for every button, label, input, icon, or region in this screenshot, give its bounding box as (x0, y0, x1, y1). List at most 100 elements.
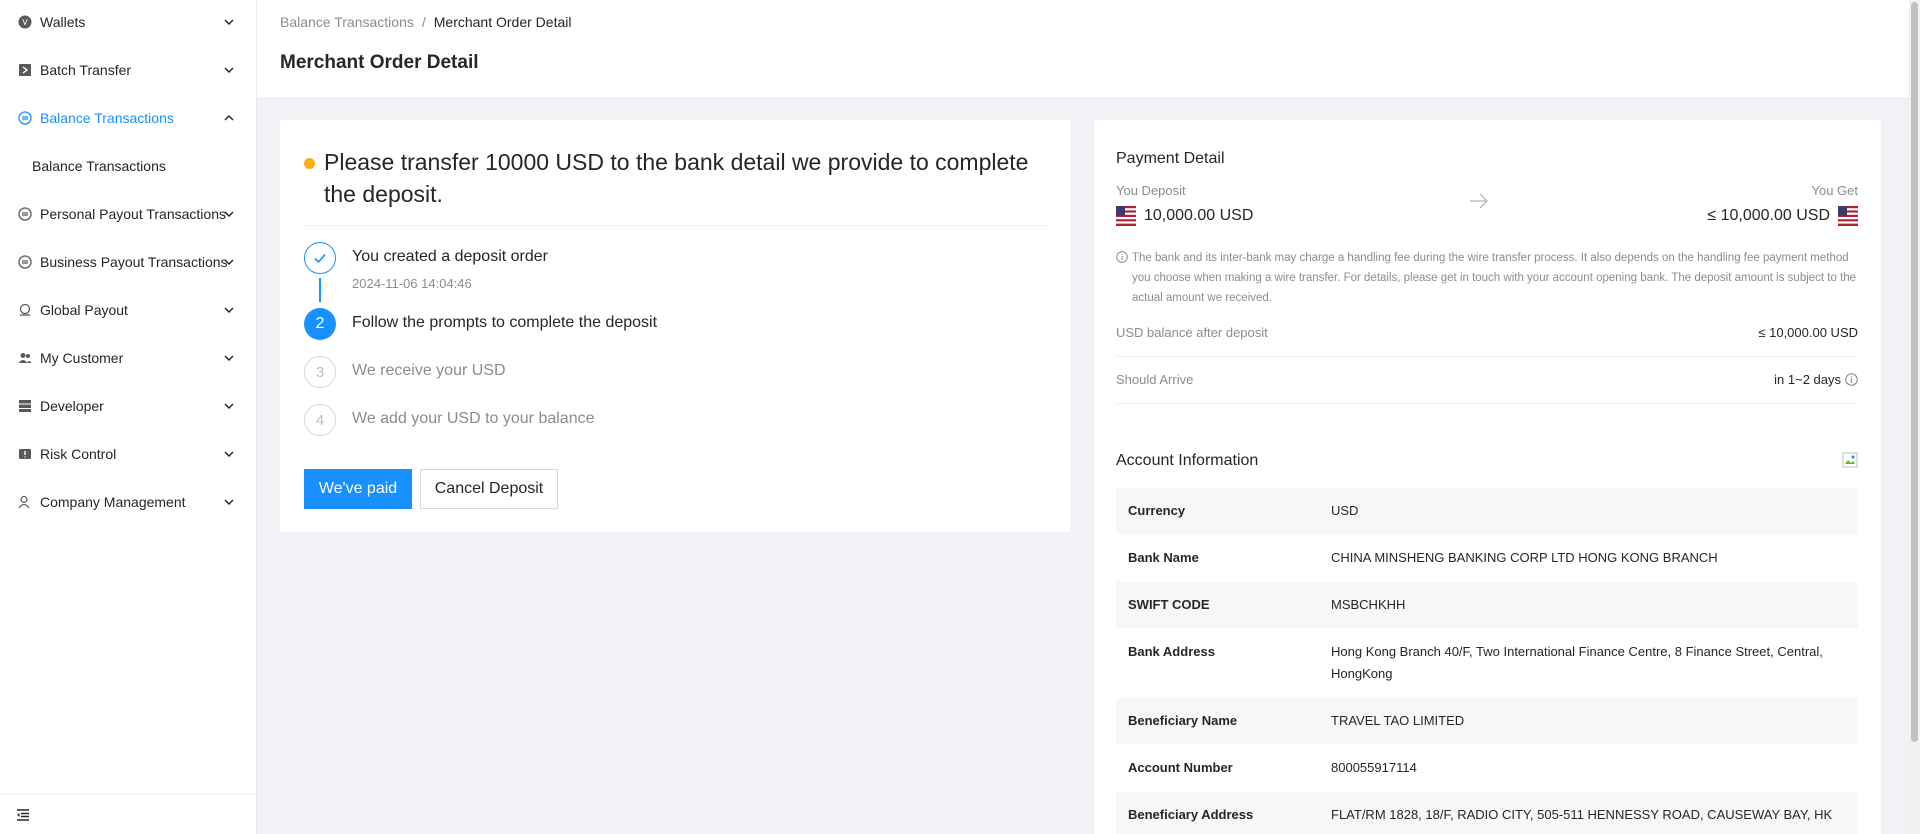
sidebar-item-label: My Customer (40, 350, 124, 366)
balance-after-value: ≤ 10,000.00 USD (1758, 325, 1858, 340)
sidebar-item-label: Company Management (40, 494, 186, 510)
deposit-steps-card: Please transfer 10000 USD to the bank de… (280, 120, 1070, 532)
sidebar-item-company-management[interactable]: Company Management (0, 482, 256, 522)
info-icon (1116, 251, 1128, 263)
us-flag-icon (1838, 206, 1858, 226)
sidebar-item-label: Risk Control (40, 446, 117, 462)
deposit-notice-text: Please transfer 10000 USD to the bank de… (324, 149, 1029, 207)
info-icon[interactable] (1845, 373, 1858, 386)
sidebar-item-wallets[interactable]: V Wallets (0, 2, 256, 42)
step-number: 4 (304, 404, 336, 436)
sidebar-item-label: Global Payout (40, 302, 128, 318)
sidebar-item-balance-transactions[interactable]: Balance Transactions (0, 98, 256, 138)
customer-icon (18, 351, 32, 365)
chevron-down-icon (224, 19, 234, 26)
page-title: Merchant Order Detail (280, 52, 479, 73)
business-payout-icon (18, 255, 32, 269)
chevron-down-icon (224, 307, 234, 314)
sidebar-item-label: Business Payout Transactions (40, 254, 228, 270)
step-title: We add your USD to your balance (352, 410, 595, 427)
image-placeholder-icon[interactable] (1842, 452, 1858, 468)
sidebar-item-global-payout[interactable]: Global Payout (0, 290, 256, 330)
balance-after-label: USD balance after deposit (1116, 325, 1268, 340)
breadcrumb: Balance Transactions / Merchant Order Deta… (280, 14, 571, 30)
table-cell-key: Bank Address (1116, 629, 1331, 697)
table-cell-key: Beneficiary Name (1116, 698, 1331, 744)
step-connector (319, 278, 321, 302)
table-cell-key: SWIFT CODE (1116, 582, 1331, 628)
table-row: Account Number 800055917114 (1116, 745, 1858, 792)
us-flag-icon (1116, 206, 1136, 226)
chevron-up-icon (224, 114, 234, 121)
should-arrive-label: Should Arrive (1116, 372, 1194, 387)
sidebar-item-label: Personal Payout Transactions (40, 206, 226, 222)
table-cell-key: Currency (1116, 488, 1331, 534)
sidebar-item-business-payout[interactable]: Business Payout Transactions (0, 242, 256, 282)
step-title: We receive your USD (352, 362, 506, 379)
sidebar-item-label: Batch Transfer (40, 62, 132, 78)
table-row: Beneficiary Name TRAVEL TAO LIMITED (1116, 698, 1858, 745)
payment-detail-card: Payment Detail You Deposit 10,000.00 USD… (1094, 120, 1881, 834)
sidebar-item-personal-payout[interactable]: Personal Payout Transactions (0, 194, 256, 234)
you-get-label: You Get (1811, 183, 1858, 198)
personal-payout-icon (18, 207, 32, 221)
breadcrumb-separator: / (421, 14, 426, 30)
step-title: Follow the prompts to complete the depos… (352, 314, 658, 331)
sidebar-item-developer[interactable]: Developer (0, 386, 256, 426)
table-row: Bank Name CHINA MINSHENG BANKING CORP LT… (1116, 535, 1858, 582)
table-cell-value: USD (1331, 488, 1858, 534)
cancel-deposit-button[interactable]: Cancel Deposit (420, 469, 558, 509)
sidebar-item-label: Wallets (40, 14, 86, 30)
table-cell-value: TRAVEL TAO LIMITED (1331, 698, 1858, 744)
deposit-notice: Please transfer 10000 USD to the bank de… (304, 146, 1044, 210)
step-number: 2 (304, 308, 336, 340)
you-deposit-label: You Deposit (1116, 183, 1186, 198)
sidebar-subitem-balance-transactions[interactable]: Balance Transactions (0, 146, 256, 186)
account-info-table: Currency USD Bank Name CHINA MINSHENG BA… (1116, 488, 1858, 834)
divider (304, 225, 1048, 226)
sidebar-item-risk-control[interactable]: Risk Control (0, 434, 256, 474)
warning-dot-icon (304, 158, 315, 169)
should-arrive-row: Should Arrive in 1~2 days (1116, 357, 1858, 404)
step-number: 3 (304, 356, 336, 388)
breadcrumb-link-balance-transactions[interactable]: Balance Transactions (280, 14, 414, 30)
step-title: You created a deposit order (352, 248, 548, 265)
should-arrive-value-wrap: in 1~2 days (1774, 372, 1858, 387)
scrollbar-thumb[interactable] (1911, 2, 1918, 742)
sidebar-subitem-label: Balance Transactions (32, 158, 166, 174)
check-icon (304, 242, 336, 274)
balance-after-row: USD balance after deposit ≤ 10,000.00 US… (1116, 310, 1858, 357)
page-header: Balance Transactions / Merchant Order Deta… (257, 0, 1909, 97)
chevron-down-icon (224, 451, 234, 458)
table-cell-key: Account Number (1116, 745, 1331, 791)
table-cell-value: MSBCHKHH (1331, 582, 1858, 628)
you-get-value: ≤ 10,000.00 USD (1707, 207, 1830, 224)
table-row: Currency USD (1116, 488, 1858, 535)
global-payout-icon (18, 303, 32, 317)
account-info-title: Account Information (1116, 452, 1259, 469)
sidebar-item-label: Developer (40, 398, 104, 414)
payment-detail-title: Payment Detail (1116, 150, 1225, 167)
table-cell-value: Hong Kong Branch 40/F, Two International… (1331, 629, 1858, 697)
table-cell-value: 800055917114 (1331, 745, 1858, 791)
table-cell-key: Beneficiary Address (1116, 792, 1331, 834)
table-cell-value: CHINA MINSHENG BANKING CORP LTD HONG KON… (1331, 535, 1858, 581)
fee-note: The bank and its inter-bank may charge a… (1116, 248, 1858, 308)
we-paid-button[interactable]: We've paid (304, 469, 412, 509)
svg-text:V: V (22, 18, 28, 27)
table-row: Bank Address Hong Kong Branch 40/F, Two … (1116, 629, 1858, 698)
chevron-down-icon (224, 211, 234, 218)
sidebar-item-batch-transfer[interactable]: Batch Transfer (0, 50, 256, 90)
step-timestamp: 2024-11-06 14:04:46 (352, 276, 472, 291)
table-row: Beneficiary Address FLAT/RM 1828, 18/F, … (1116, 792, 1858, 834)
sidebar-collapse-button[interactable] (0, 794, 256, 834)
sidebar: V Wallets Batch Transfer Balance Transac… (0, 0, 257, 834)
page-scrollbar[interactable] (1909, 0, 1920, 834)
sidebar-item-label: Balance Transactions (40, 110, 174, 126)
sidebar-item-my-customer[interactable]: My Customer (0, 338, 256, 378)
chevron-down-icon (224, 259, 234, 266)
you-deposit-amount: 10,000.00 USD (1116, 206, 1253, 226)
you-deposit-value: 10,000.00 USD (1144, 207, 1254, 224)
fee-note-text: The bank and its inter-bank may charge a… (1132, 252, 1857, 304)
table-row: SWIFT CODE MSBCHKHH (1116, 582, 1858, 629)
